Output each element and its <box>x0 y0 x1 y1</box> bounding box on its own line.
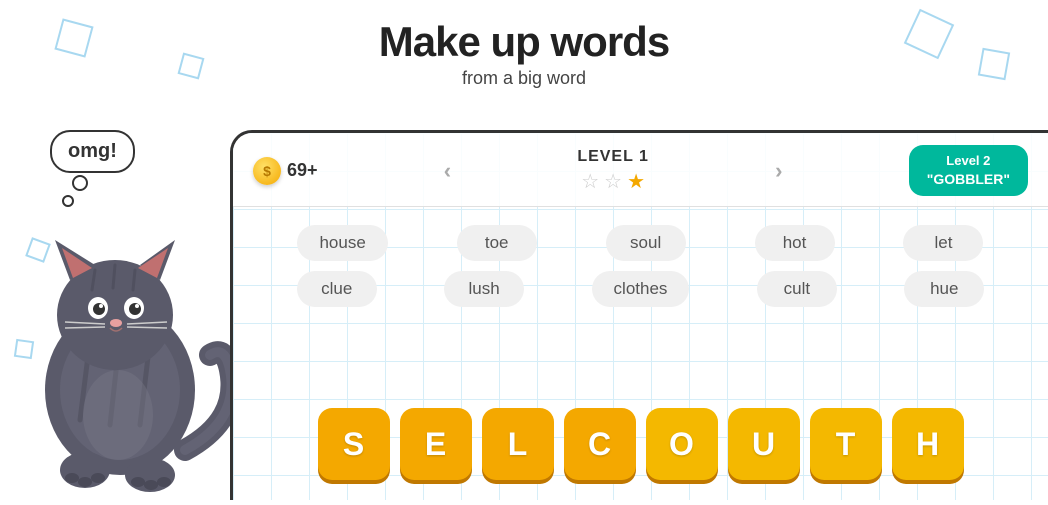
tile-t[interactable]: T <box>810 408 882 480</box>
tile-l[interactable]: L <box>482 408 554 480</box>
word-soul[interactable]: soul <box>606 225 686 261</box>
star-1: ☆ <box>581 169 599 194</box>
speech-bubble: omg! <box>50 130 135 173</box>
word-clue[interactable]: clue <box>297 271 377 307</box>
word-cult[interactable]: cult <box>757 271 837 307</box>
next-level-name: "GOBBLER" <box>927 170 1010 188</box>
word-clothes[interactable]: clothes <box>592 271 690 307</box>
words-row-1: house toe soul hot let <box>263 225 1018 261</box>
coins-value: 69+ <box>287 160 318 181</box>
cat-illustration <box>10 160 230 500</box>
level-info: LEVEL 1 ☆ ☆ ★ <box>577 148 649 194</box>
cat-area: omg! <box>0 130 240 500</box>
nav-left-arrow[interactable]: ‹ <box>436 158 459 184</box>
stars-row: ☆ ☆ ★ <box>581 169 645 194</box>
star-3: ★ <box>627 169 645 194</box>
tile-u[interactable]: U <box>728 408 800 480</box>
tile-o[interactable]: O <box>646 408 718 480</box>
next-level-button[interactable]: Level 2 "GOBBLER" <box>909 145 1028 196</box>
level-label: LEVEL 1 <box>577 148 649 166</box>
word-lush[interactable]: lush <box>444 271 524 307</box>
page-subtitle: from a big word <box>0 68 1048 89</box>
tile-h[interactable]: H <box>892 408 964 480</box>
tile-c[interactable]: C <box>564 408 636 480</box>
coin-icon: $ <box>253 157 281 185</box>
tile-s[interactable]: S <box>318 408 390 480</box>
coins-area: $ 69+ <box>253 157 318 185</box>
header: Make up words from a big word <box>0 0 1048 89</box>
page-title: Make up words <box>0 18 1048 66</box>
next-level-number: Level 2 <box>927 153 1010 170</box>
word-hot[interactable]: hot <box>755 225 835 261</box>
tile-e[interactable]: E <box>400 408 472 480</box>
word-toe[interactable]: toe <box>457 225 537 261</box>
game-area: $ 69+ ‹ LEVEL 1 ☆ ☆ ★ › Level 2 "GOBBLER… <box>230 130 1048 500</box>
game-topbar: $ 69+ ‹ LEVEL 1 ☆ ☆ ★ › Level 2 "GOBBLER… <box>233 133 1048 207</box>
letter-tiles: S E L C O U T H <box>233 408 1048 480</box>
word-house[interactable]: house <box>297 225 387 261</box>
words-row-2: clue lush clothes cult hue <box>263 271 1018 307</box>
nav-right-arrow[interactable]: › <box>767 158 790 184</box>
word-let[interactable]: let <box>903 225 983 261</box>
words-area: house toe soul hot let clue lush clothes… <box>233 207 1048 317</box>
star-2: ☆ <box>604 169 622 194</box>
word-hue[interactable]: hue <box>904 271 984 307</box>
